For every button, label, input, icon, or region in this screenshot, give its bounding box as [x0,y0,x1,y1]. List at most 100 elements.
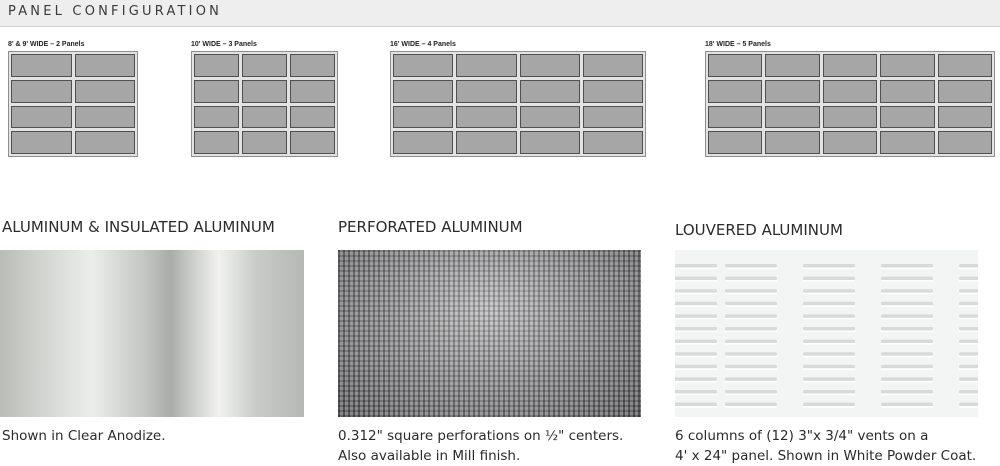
louver-vent [725,314,777,318]
finish-title-perforated: PERFORATED ALUMINUM [338,218,523,236]
louver-vent [959,289,978,293]
door-pane [74,79,135,103]
door-pane [708,54,763,77]
louver-vent [803,314,855,318]
louver-vent-highlight [803,393,855,395]
louver-vent [725,289,777,293]
louver-vent [803,289,855,293]
louver-vent-highlight [803,343,855,345]
louver-vent [675,327,717,331]
louver-vent [803,402,855,407]
louver-vent [675,377,717,381]
louver-vent-highlight [959,368,978,370]
door-pane [708,131,763,154]
door-pane [937,105,992,129]
louver-vent-highlight [725,368,777,370]
caption-line: Also available in Mill finish. [338,448,521,464]
finish-caption-perforated: 0.312" square perforations on ½" centers… [338,426,623,466]
louver-vent [881,289,933,293]
door-pane [242,131,287,154]
door-pane [393,105,454,129]
louver-vent [725,364,777,369]
louver-vent [881,301,933,306]
door-pane [456,131,517,154]
louver-vent-highlight [725,393,777,395]
louver-vent-highlight [725,280,777,282]
door-pane [194,105,239,129]
door-config-3-panels: 10' WIDE – 3 Panels [191,40,338,157]
louver-vent-highlight [675,355,717,358]
finish-caption-aluminum: Shown in Clear Anodize. [2,426,166,446]
louver-vent-highlight [803,368,855,370]
louver-vent [725,377,777,381]
louver-vent [881,314,933,318]
door-pane [194,79,239,103]
door-pane [708,105,763,129]
louver-vent-highlight [725,330,777,332]
door-pane [290,131,335,154]
door-pane [582,54,643,77]
door-pane [765,105,820,129]
louver-vent-highlight [881,368,933,370]
louver-vent-highlight [725,380,777,383]
louver-vent-highlight [675,330,717,332]
louver-vent [725,339,777,344]
door-label: 8' & 9' WIDE – 2 Panels [8,41,85,48]
louver-vent [959,264,978,268]
louver-vent-highlight [881,343,933,345]
louver-vent-highlight [803,280,855,282]
door-pane [582,79,643,103]
louver-vent-highlight [725,267,777,269]
louver-vent-highlight [725,355,777,358]
louver-vent [881,364,933,369]
louver-vent [803,352,855,356]
door-pane [456,79,517,103]
louver-vent [725,276,777,281]
door-pane [242,79,287,103]
louver-vent [725,327,777,331]
door-pane [880,79,935,103]
louver-vent [725,301,777,306]
door-pane [194,131,239,154]
louver-vent [959,390,978,394]
louver-vent-highlight [881,292,933,295]
louver-vent-highlight [959,406,978,408]
door-config-4-panels: 16' WIDE – 4 Panels [390,40,646,157]
louver-vent-highlight [959,317,978,320]
caption-line: 6 columns of (12) 3"x 3/4" vents on a [675,428,929,444]
door-pane [822,54,878,77]
louver-vent [959,301,978,306]
door-pane [937,54,992,77]
louver-vent [803,327,855,331]
louver-vent [675,402,717,407]
door-pane [519,131,580,154]
door-pane [393,131,454,154]
louver-vent-highlight [675,368,717,370]
louver-vent-highlight [959,280,978,282]
door-pane [519,79,580,103]
door-pane [456,105,517,129]
louver-vent-highlight [803,406,855,408]
louver-vent [803,276,855,281]
louver-vent [959,314,978,318]
door-label: 18' WIDE – 5 Panels [705,41,771,48]
louver-vent-highlight [803,305,855,307]
louver-vent [725,352,777,356]
louver-vent-highlight [959,267,978,269]
louver-vent-highlight [959,330,978,332]
door-label: 10' WIDE – 3 Panels [191,41,257,48]
louver-vent [675,276,717,281]
louver-vent-highlight [803,317,855,320]
louver-vent-highlight [675,406,717,408]
louver-vent [675,352,717,356]
louver-vent [881,264,933,268]
caption-line: 4' x 24" panel. Shown in White Powder Co… [675,448,977,464]
louver-vent [959,339,978,344]
louver-vent-highlight [959,355,978,358]
louver-vent-highlight [881,330,933,332]
door-diagram [191,51,338,157]
caption-line: 0.312" square perforations on ½" centers… [338,428,624,444]
door-pane [74,105,135,129]
door-diagram [705,51,995,157]
section-header-band: PANEL CONFIGURATION [0,0,1000,27]
